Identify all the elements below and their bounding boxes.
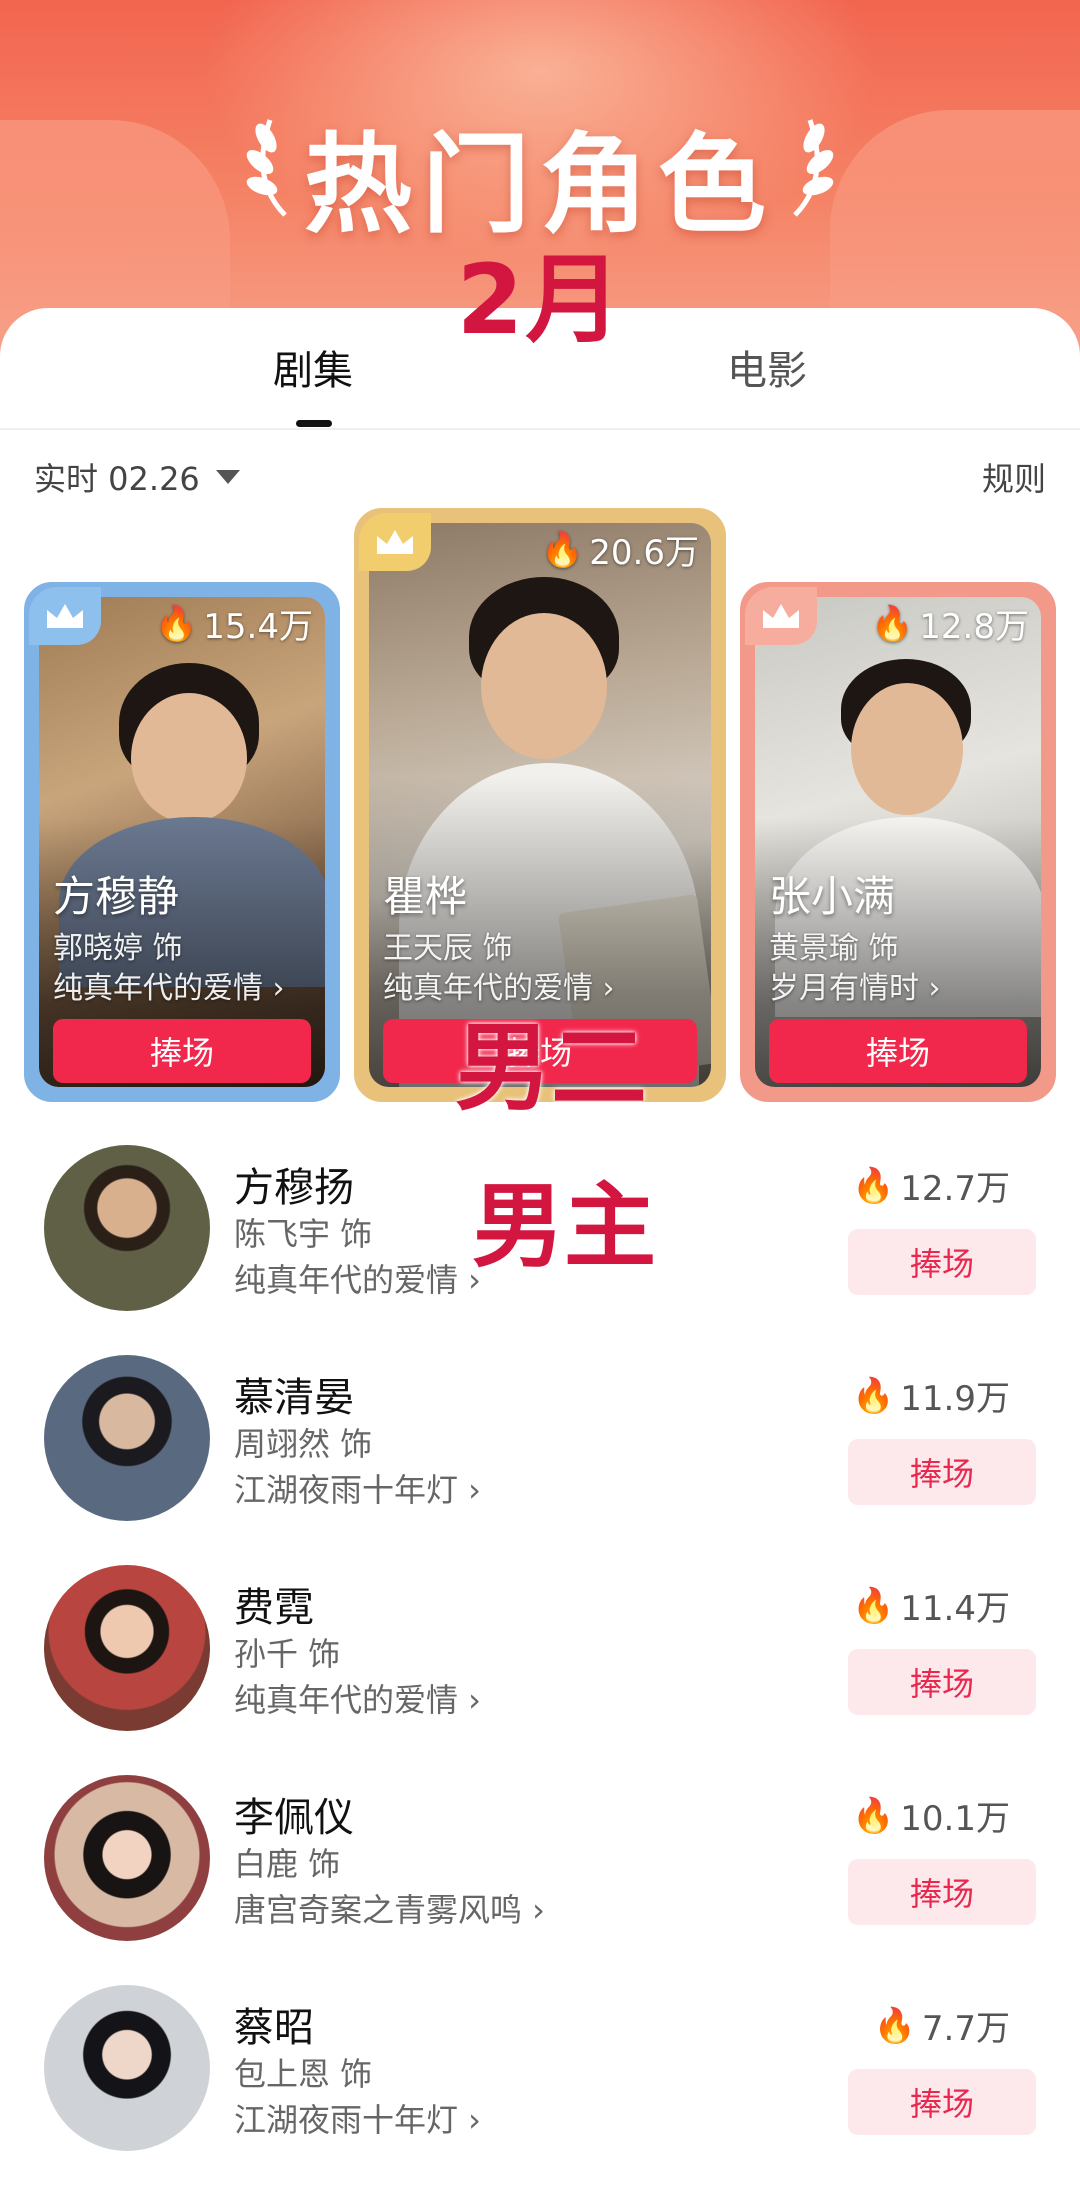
character-name: 张小满 bbox=[769, 872, 896, 921]
flame-icon: 🔥 bbox=[851, 1585, 895, 1626]
second-male-annotation: 男二 bbox=[455, 1012, 647, 1124]
actor-name: 黄景瑜 饰 bbox=[769, 931, 899, 966]
actor-name: 孙千 饰 bbox=[234, 1635, 341, 1673]
avatar bbox=[44, 1355, 210, 1521]
male-lead-annotation: 男主 bbox=[472, 1173, 657, 1280]
caret-down-icon bbox=[215, 470, 240, 484]
character-photo bbox=[39, 597, 325, 1087]
character-name: 李佩仪 bbox=[234, 1795, 354, 1841]
flame-icon: 🔥 bbox=[154, 603, 198, 644]
heat-value: 🔥 20.6万 bbox=[540, 529, 699, 574]
character-name: 费霓 bbox=[234, 1585, 314, 1631]
actor-name: 白鹿 饰 bbox=[234, 1845, 341, 1883]
flame-icon: 🔥 bbox=[540, 529, 584, 570]
character-photo bbox=[755, 597, 1041, 1087]
drama-link[interactable]: 纯真年代的爱情 › bbox=[53, 963, 285, 1007]
heat-value: 🔥 15.4万 bbox=[154, 603, 313, 648]
character-name: 慕清晏 bbox=[234, 1375, 354, 1421]
heat-value: 🔥 11.9万 bbox=[851, 1375, 1010, 1420]
character-name: 方穆扬 bbox=[234, 1165, 354, 1211]
avatar bbox=[44, 1985, 210, 2151]
character-name: 瞿桦 bbox=[383, 872, 468, 921]
heat-value: 🔥 7.7万 bbox=[873, 2005, 1010, 2050]
actor-name: 王天辰 饰 bbox=[383, 931, 513, 966]
active-tab-indicator bbox=[296, 420, 332, 427]
top-card-rank-2[interactable]: 🔥 15.4万 方穆静 郭晓婷 饰 纯真年代的爱情 › 捧场 bbox=[24, 582, 340, 1102]
list-item[interactable]: 慕清晏 周翊然 饰 江湖夜雨十年灯 › 🔥 11.9万 捧场 bbox=[0, 1355, 1080, 1555]
heat-value: 🔥 10.1万 bbox=[851, 1795, 1010, 1840]
list-item[interactable]: 费霓 孙千 饰 纯真年代的爱情 › 🔥 11.4万 捧场 bbox=[0, 1565, 1080, 1765]
support-button[interactable]: 捧场 bbox=[848, 1649, 1036, 1715]
drama-link[interactable]: 唐宫奇案之青雾风鸣 › bbox=[234, 1885, 545, 1931]
month-overlay: 2月 bbox=[456, 244, 624, 356]
crown-icon bbox=[29, 587, 101, 645]
support-button[interactable]: 捧场 bbox=[848, 1859, 1036, 1925]
flame-icon: 🔥 bbox=[851, 1795, 895, 1836]
avatar bbox=[44, 1775, 210, 1941]
actor-name: 包上恩 饰 bbox=[234, 2055, 373, 2093]
flame-icon: 🔥 bbox=[851, 1375, 895, 1416]
filter-row: 实时 02.26 规则 bbox=[0, 446, 1080, 506]
drama-link[interactable]: 纯真年代的爱情 › bbox=[234, 1675, 481, 1721]
date-selector[interactable]: 实时 02.26 bbox=[34, 454, 240, 500]
support-button[interactable]: 捧场 bbox=[769, 1019, 1027, 1083]
support-button[interactable]: 捧场 bbox=[848, 1229, 1036, 1295]
drama-link[interactable]: 岁月有情时 › bbox=[769, 963, 941, 1007]
top-card-rank-3[interactable]: 🔥 12.8万 张小满 黄景瑜 饰 岁月有情时 › 捧场 bbox=[740, 582, 1056, 1102]
character-name: 蔡昭 bbox=[234, 2005, 314, 2051]
support-button[interactable]: 捧场 bbox=[848, 2069, 1036, 2135]
heat-value: 🔥 12.8万 bbox=[870, 603, 1029, 648]
actor-name: 陈飞宇 饰 bbox=[234, 1215, 373, 1253]
avatar bbox=[44, 1145, 210, 1311]
heat-value: 🔥 12.7万 bbox=[851, 1165, 1010, 1210]
actor-name: 郭晓婷 饰 bbox=[53, 931, 183, 966]
flame-icon: 🔥 bbox=[870, 603, 914, 644]
flame-icon: 🔥 bbox=[873, 2005, 916, 2046]
actor-name: 周翊然 饰 bbox=[234, 1425, 373, 1463]
avatar bbox=[44, 1565, 210, 1731]
heat-value: 🔥 11.4万 bbox=[851, 1585, 1010, 1630]
list-item[interactable]: 蔡昭 包上恩 饰 江湖夜雨十年灯 › 🔥 7.7万 捧场 bbox=[0, 1985, 1080, 2185]
list-item[interactable]: 李佩仪 白鹿 饰 唐宫奇案之青雾风鸣 › 🔥 10.1万 捧场 bbox=[0, 1775, 1080, 1975]
crown-icon bbox=[359, 513, 431, 571]
support-button[interactable]: 捧场 bbox=[53, 1019, 311, 1083]
date-label: 实时 02.26 bbox=[34, 460, 200, 498]
support-button[interactable]: 捧场 bbox=[848, 1439, 1036, 1505]
flame-icon: 🔥 bbox=[851, 1165, 895, 1206]
rules-link[interactable]: 规则 bbox=[982, 454, 1046, 500]
character-name: 方穆静 bbox=[53, 872, 180, 921]
drama-link[interactable]: 纯真年代的爱情 › bbox=[234, 1255, 481, 1301]
drama-link[interactable]: 江湖夜雨十年灯 › bbox=[234, 1465, 481, 1511]
crown-icon bbox=[745, 587, 817, 645]
drama-link[interactable]: 江湖夜雨十年灯 › bbox=[234, 2095, 481, 2141]
